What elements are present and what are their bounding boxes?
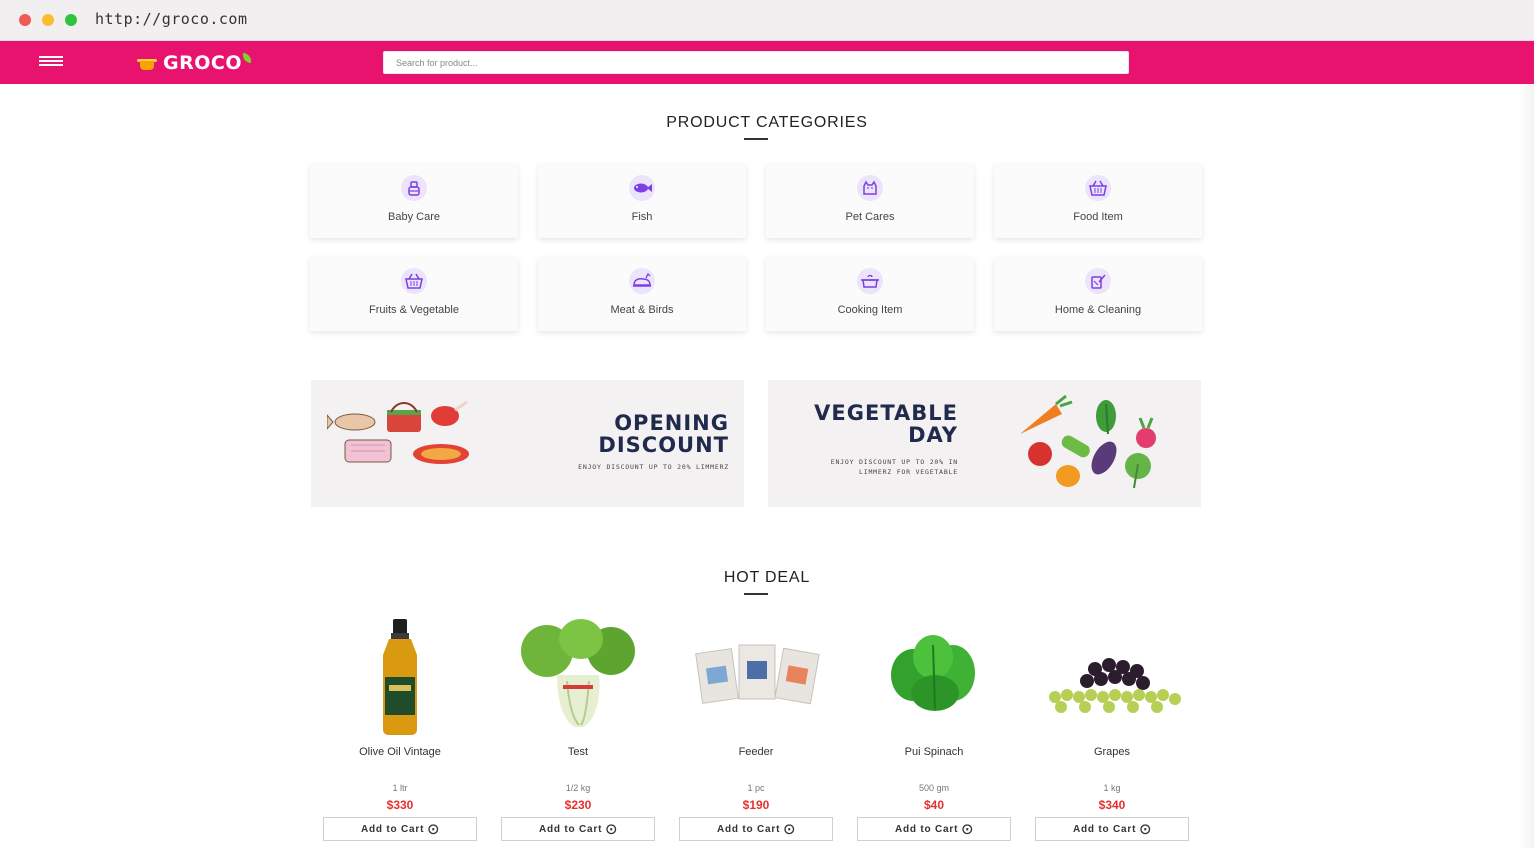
category-label: Food Item	[1073, 211, 1123, 223]
product-card: Olive Oil Vintage 1 ltr $330 Add to Cart…	[323, 615, 477, 845]
category-label: Pet Cares	[845, 211, 895, 223]
product-name[interactable]: Feeder	[679, 746, 833, 758]
cleaning-icon	[1085, 268, 1111, 294]
grapes-image[interactable]	[1035, 615, 1189, 735]
product-card: Grapes 1 kg $340 Add to Cart ⨀	[1035, 615, 1189, 845]
product-price: $190	[742, 798, 770, 812]
categories-title: PRODUCT CATEGORIES	[666, 114, 868, 131]
title-underline	[744, 138, 768, 140]
basket-icon	[1085, 175, 1111, 201]
opening-discount-banner[interactable]: OPENING DISCOUNT ENJOY DISCOUNT UP TO 20…	[311, 380, 744, 507]
basket-icon: ⨀	[962, 823, 974, 835]
basket-icon: ⨀	[784, 823, 796, 835]
add-to-cart-button[interactable]: Add to Cart ⨀	[1035, 817, 1189, 841]
vegetables-illustration	[1020, 394, 1156, 489]
category-food-item[interactable]: Food Item	[994, 164, 1202, 238]
add-to-cart-button[interactable]: Add to Cart ⨀	[679, 817, 833, 841]
category-pet-cares[interactable]: Pet Cares	[766, 164, 974, 238]
product-card: Pui Spinach 500 gm $40 Add to Cart ⨀	[857, 615, 1011, 845]
menu-icon[interactable]	[39, 56, 63, 68]
hot-deal-title: HOT DEAL	[723, 569, 811, 586]
category-label: Cooking Item	[837, 304, 903, 316]
meat-illustration	[327, 400, 469, 464]
product-quantity: 500 gm	[918, 783, 950, 793]
category-baby-care[interactable]: Baby Care	[310, 164, 518, 238]
leaf-logo-icon	[242, 53, 251, 63]
product-quantity: 1/2 kg	[565, 783, 591, 793]
product-quantity: 1 kg	[1103, 783, 1121, 793]
add-to-cart-button[interactable]: Add to Cart ⨀	[501, 817, 655, 841]
cooking-pot-icon	[857, 268, 883, 294]
banner-title: VEGETABLE DAY	[814, 401, 958, 447]
basket-icon: ⨀	[428, 823, 440, 835]
title-underline	[744, 593, 768, 595]
banner-subtitle: ENJOY DISCOUNT UP TO 20% IN LIMMERZ FOR …	[830, 458, 958, 476]
vegetable-day-banner[interactable]: VEGETABLE DAY ENJOY DISCOUNT UP TO 20% I…	[768, 380, 1201, 507]
fish-icon	[629, 175, 655, 201]
category-label: Fish	[631, 211, 653, 223]
banner-title: OPENING DISCOUNT	[598, 411, 729, 457]
category-meat-birds[interactable]: Meat & Birds	[538, 257, 746, 331]
product-card: Test 1/2 kg $230 Add to Cart ⨀	[501, 615, 655, 845]
logo[interactable]: GROCO	[137, 52, 251, 74]
product-price: $340	[1098, 798, 1126, 812]
basket-icon: ⨀	[606, 823, 618, 835]
category-label: Fruits & Vegetable	[369, 304, 459, 316]
close-window-button[interactable]	[19, 14, 31, 26]
product-name[interactable]: Test	[501, 746, 655, 758]
add-to-cart-button[interactable]: Add to Cart ⨀	[857, 817, 1011, 841]
user-icon[interactable]	[1325, 93, 1341, 109]
baby-care-icon	[401, 175, 427, 201]
pet-icon	[857, 175, 883, 201]
product-card: Feeder 1 pc $190 Add to Cart ⨀	[679, 615, 833, 845]
product-name[interactable]: Grapes	[1035, 746, 1189, 758]
product-price: $40	[923, 798, 945, 812]
product-price: $330	[386, 798, 414, 812]
search-input[interactable]	[383, 51, 1129, 74]
basket-logo-icon	[137, 55, 157, 71]
category-fish[interactable]: Fish	[538, 164, 746, 238]
chicken-icon	[629, 268, 655, 294]
category-label: Home & Cleaning	[1054, 304, 1142, 316]
product-name[interactable]: Pui Spinach	[857, 746, 1011, 758]
scrollbar[interactable]	[1519, 84, 1534, 848]
category-home-cleaning[interactable]: Home & Cleaning	[994, 257, 1202, 331]
maximize-window-button[interactable]	[65, 14, 77, 26]
category-cooking-item[interactable]: Cooking Item	[766, 257, 974, 331]
category-label: Meat & Birds	[610, 304, 674, 316]
address-bar[interactable]: http://groco.com	[95, 10, 248, 28]
minimize-window-button[interactable]	[42, 14, 54, 26]
product-name[interactable]: Olive Oil Vintage	[323, 746, 477, 758]
add-to-cart-button[interactable]: Add to Cart ⨀	[323, 817, 477, 841]
product-price: $230	[564, 798, 592, 812]
olive-oil-image[interactable]	[323, 615, 477, 735]
spinach-image[interactable]	[857, 615, 1011, 735]
category-fruits-vegetable[interactable]: Fruits & Vegetable	[310, 257, 518, 331]
logo-text: GROCO	[163, 52, 242, 74]
basket-icon: ⨀	[1140, 823, 1152, 835]
bok-choy-image[interactable]	[501, 615, 655, 735]
feeder-image[interactable]	[679, 615, 833, 735]
product-quantity: 1 pc	[747, 783, 765, 793]
basket-icon	[401, 268, 427, 294]
product-quantity: 1 ltr	[392, 783, 408, 793]
banner-subtitle: ENJOY DISCOUNT UP TO 20% LIMMERZ	[578, 463, 729, 471]
browser-bar: http://groco.com	[0, 0, 1534, 41]
category-label: Baby Care	[388, 211, 440, 223]
